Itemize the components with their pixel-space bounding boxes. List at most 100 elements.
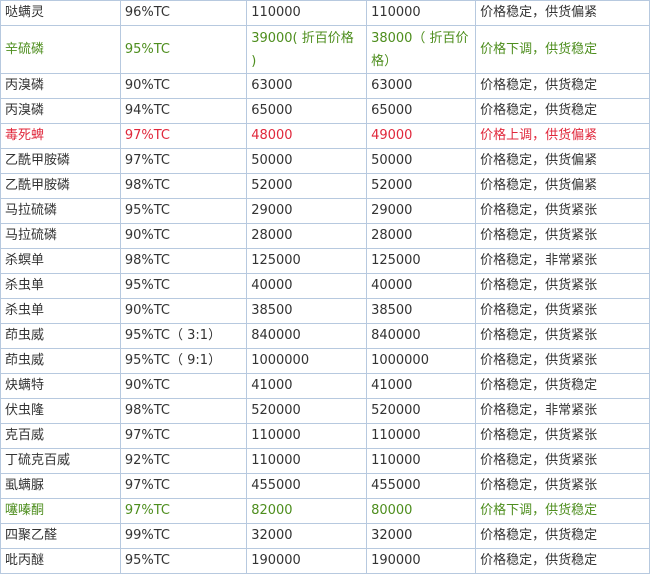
previous-price-cell: 110000 (246, 423, 368, 449)
product-name-cell: 辛硫磷 (0, 25, 121, 74)
previous-price-cell: 41000 (246, 373, 368, 399)
market-status-cell: 价格稳定，供货偏紧 (475, 148, 650, 174)
table-row: 丁硫克百威 92%TC 110000 110000 价格稳定，供货紧张 (0, 448, 650, 474)
table-row: 乙酰甲胺磷 98%TC 52000 52000 价格稳定，供货偏紧 (0, 173, 650, 199)
table-row: 哒螨灵 96%TC 110000 110000 价格稳定，供货偏紧 (0, 0, 650, 26)
market-status-cell: 价格上调，供货偏紧 (475, 123, 650, 149)
product-name-cell: 噻嗪酮 (0, 498, 121, 524)
current-price-cell: 840000 (366, 323, 477, 349)
previous-price-cell: 1000000 (246, 348, 368, 374)
spec-cell: 97%TC (119, 123, 248, 149)
market-status-cell: 价格下调，供货稳定 (475, 25, 650, 74)
previous-price-cell: 840000 (246, 323, 368, 349)
current-price-cell: 28000 (366, 223, 477, 249)
previous-price-cell: 63000 (246, 73, 368, 99)
market-status-cell: 价格稳定，供货紧张 (475, 423, 650, 449)
product-name-cell: 四聚乙醛 (0, 523, 121, 549)
current-price-cell: 50000 (366, 148, 477, 174)
market-status-cell: 价格稳定，供货紧张 (475, 223, 650, 249)
market-status-cell: 价格稳定，供货稳定 (475, 523, 650, 549)
current-price-cell: 190000 (366, 548, 477, 574)
table-row: 炔螨特 90%TC 41000 41000 价格稳定，供货稳定 (0, 373, 650, 399)
current-price-cell: 29000 (366, 198, 477, 224)
previous-price-cell: 29000 (246, 198, 368, 224)
spec-cell: 96%TC (119, 0, 248, 26)
product-name-cell: 毒死蜱 (0, 123, 121, 149)
market-status-cell: 价格稳定，供货紧张 (475, 198, 650, 224)
table-row: 茚虫威 95%TC（ 9:1） 1000000 1000000 价格稳定，供货紧张 (0, 348, 650, 374)
previous-price-cell: 52000 (246, 173, 368, 199)
table-body: 哒螨灵 96%TC 110000 110000 价格稳定，供货偏紧 辛硫磷 95%TC 390… (0, 0, 650, 574)
spec-cell: 97%TC (119, 473, 248, 499)
table-row: 伏虫隆 98%TC 520000 520000 价格稳定，非常紧张 (0, 398, 650, 424)
previous-price-cell: 65000 (246, 98, 368, 124)
previous-price-cell: 32000 (246, 523, 368, 549)
market-status-cell: 价格下调，供货稳定 (475, 498, 650, 524)
current-price-cell: 1000000 (366, 348, 477, 374)
market-status-cell: 价格稳定，非常紧张 (475, 398, 650, 424)
current-price-cell: 80000 (366, 498, 477, 524)
table-row: 杀虫单 90%TC 38500 38500 价格稳定，供货紧张 (0, 298, 650, 324)
market-status-cell: 价格稳定，供货稳定 (475, 548, 650, 574)
product-name-cell: 丙溴磷 (0, 98, 121, 124)
current-price-cell: 49000 (366, 123, 477, 149)
product-name-cell: 杀虫单 (0, 273, 121, 299)
spec-cell: 97%TC (119, 423, 248, 449)
spec-cell: 90%TC (119, 223, 248, 249)
table-row: 茚虫威 95%TC（ 3:1） 840000 840000 价格稳定，供货紧张 (0, 323, 650, 349)
product-name-cell: 乙酰甲胺磷 (0, 148, 121, 174)
current-price-cell: 110000 (366, 0, 477, 26)
current-price-cell: 32000 (366, 523, 477, 549)
product-name-cell: 马拉硫磷 (0, 223, 121, 249)
previous-price-cell: 39000( 折百价格 ) (246, 25, 368, 74)
spec-cell: 97%TC (119, 498, 248, 524)
product-name-cell: 马拉硫磷 (0, 198, 121, 224)
current-price-cell: 110000 (366, 423, 477, 449)
product-name-cell: 炔螨特 (0, 373, 121, 399)
previous-price-cell: 110000 (246, 448, 368, 474)
spec-cell: 95%TC（ 9:1） (119, 348, 248, 374)
previous-price-cell: 48000 (246, 123, 368, 149)
current-price-cell: 65000 (366, 98, 477, 124)
market-status-cell: 价格稳定，供货紧张 (475, 473, 650, 499)
market-status-cell: 价格稳定，供货紧张 (475, 348, 650, 374)
table-row: 马拉硫磷 95%TC 29000 29000 价格稳定，供货紧张 (0, 198, 650, 224)
current-price-cell: 38500 (366, 298, 477, 324)
table-row: 吡丙醚 95%TC 190000 190000 价格稳定，供货稳定 (0, 548, 650, 574)
previous-price-cell: 50000 (246, 148, 368, 174)
product-name-cell: 哒螨灵 (0, 0, 121, 26)
product-name-cell: 虱螨脲 (0, 473, 121, 499)
spec-cell: 95%TC (119, 273, 248, 299)
market-status-cell: 价格稳定，供货稳定 (475, 73, 650, 99)
spec-cell: 95%TC（ 3:1） (119, 323, 248, 349)
market-status-cell: 价格稳定，非常紧张 (475, 248, 650, 274)
current-price-cell: 125000 (366, 248, 477, 274)
current-price-cell: 110000 (366, 448, 477, 474)
product-name-cell: 茚虫威 (0, 323, 121, 349)
table-row: 杀螟单 98%TC 125000 125000 价格稳定，非常紧张 (0, 248, 650, 274)
previous-price-cell: 40000 (246, 273, 368, 299)
market-status-cell: 价格稳定，供货紧张 (475, 298, 650, 324)
market-status-cell: 价格稳定，供货偏紧 (475, 173, 650, 199)
current-price-cell: 40000 (366, 273, 477, 299)
current-price-cell: 455000 (366, 473, 477, 499)
spec-cell: 92%TC (119, 448, 248, 474)
market-status-cell: 价格稳定，供货紧张 (475, 273, 650, 299)
table-row: 丙溴磷 90%TC 63000 63000 价格稳定，供货稳定 (0, 73, 650, 99)
previous-price-cell: 125000 (246, 248, 368, 274)
product-name-cell: 克百威 (0, 423, 121, 449)
table-row: 克百威 97%TC 110000 110000 价格稳定，供货紧张 (0, 423, 650, 449)
spec-cell: 95%TC (119, 25, 248, 74)
product-name-cell: 伏虫隆 (0, 398, 121, 424)
market-status-cell: 价格稳定，供货偏紧 (475, 0, 650, 26)
market-status-cell: 价格稳定，供货紧张 (475, 323, 650, 349)
previous-price-cell: 28000 (246, 223, 368, 249)
current-price-cell: 52000 (366, 173, 477, 199)
spec-cell: 98%TC (119, 248, 248, 274)
table-row: 虱螨脲 97%TC 455000 455000 价格稳定，供货紧张 (0, 473, 650, 499)
previous-price-cell: 82000 (246, 498, 368, 524)
product-name-cell: 丙溴磷 (0, 73, 121, 99)
current-price-cell: 38000（ 折百价格） (366, 25, 477, 74)
spec-cell: 95%TC (119, 548, 248, 574)
table-row: 马拉硫磷 90%TC 28000 28000 价格稳定，供货紧张 (0, 223, 650, 249)
